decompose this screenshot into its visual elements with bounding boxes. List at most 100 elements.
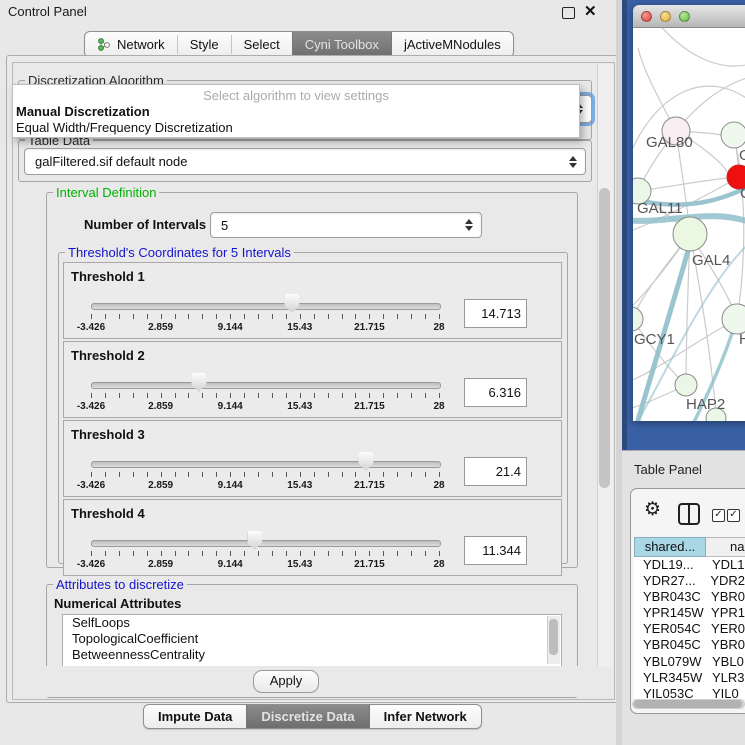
table-row[interactable]: YBL079WYBL0 [634, 654, 745, 670]
table-row[interactable]: YDL19...YDL1 [634, 557, 745, 573]
threshold-3-slider-track[interactable] [91, 461, 441, 468]
table-row[interactable]: YDR27...YDR2 [634, 573, 745, 589]
attributes-group-title: Attributes to discretize [53, 577, 187, 592]
network-node[interactable] [675, 374, 697, 396]
combo-arrows-icon [463, 219, 474, 231]
network-window-titlebar[interactable] [633, 5, 745, 28]
apply-button[interactable]: Apply [253, 670, 319, 693]
node-label: G. [739, 147, 745, 164]
threshold-3-value-field[interactable]: 21.4 [464, 457, 527, 486]
attribute-item[interactable]: SelfLoops [63, 615, 561, 631]
dropdown-prompt: Select algorithm to view settings [13, 88, 579, 103]
tab-jactivemnodules[interactable]: jActiveMNodules [392, 32, 513, 57]
bottom-tab-bar: Impute Data Discretize Data Infer Networ… [143, 704, 482, 729]
threshold-4-slider-track[interactable] [91, 540, 441, 547]
table-data-value: galFiltered.sif default node [25, 154, 567, 169]
tick-label: -3.426 [77, 322, 105, 333]
threshold-4-value-field[interactable]: 11.344 [464, 536, 527, 565]
number-of-intervals-value: 5 [211, 218, 463, 233]
threshold-3-label: Threshold 3 [71, 427, 145, 442]
tab-style[interactable]: Style [178, 32, 231, 57]
threshold-4-slider-thumb[interactable] [247, 531, 262, 550]
table-rows: YDL19...YDL1YDR27...YDR2YBR043CYBR0YPR14… [634, 557, 745, 699]
tick-label: 9.144 [218, 480, 243, 491]
tab-network-label: Network [117, 37, 165, 52]
close-icon[interactable]: ✕ [584, 2, 597, 20]
numerical-attributes-heading: Numerical Attributes [54, 596, 181, 611]
number-of-intervals-label: Number of Intervals [84, 217, 206, 232]
threshold-2-slider-thumb[interactable] [191, 373, 206, 392]
checkbox-2-icon[interactable]: ✓ [727, 509, 740, 522]
vertical-scrollbar-thumb[interactable] [599, 188, 610, 488]
network-node[interactable] [673, 217, 707, 251]
network-canvas[interactable]: GAL80G.CGAL11GAL4GCY1HHAP2 [633, 28, 745, 421]
numerical-attributes-list[interactable]: SelfLoopsTopologicalCoefficientBetweenne… [62, 614, 562, 668]
tab-infer-network[interactable]: Infer Network [370, 705, 481, 728]
tick-label: 21.715 [354, 559, 385, 570]
threshold-4-box: Threshold 4 -3.4262.8599.14415.4321.7152… [63, 499, 562, 576]
zoom-traffic-light-icon[interactable] [679, 11, 690, 22]
threshold-1-slider-thumb[interactable] [284, 294, 299, 313]
gear-icon[interactable]: ⚙ [644, 500, 661, 519]
horizontal-scrollbar-thumb[interactable] [634, 700, 742, 708]
threshold-1-slider-track[interactable] [91, 303, 441, 310]
tick-label: 9.144 [218, 322, 243, 333]
table-data-combobox[interactable]: galFiltered.sif default node [24, 148, 586, 175]
tick-label: -3.426 [77, 480, 105, 491]
tab-cyni-toolbox[interactable]: Cyni Toolbox [292, 32, 392, 57]
node-label: GCY1 [634, 331, 675, 348]
node-label: GAL4 [692, 252, 730, 269]
attribute-item[interactable]: TopologicalCoefficient [63, 631, 561, 647]
threshold-2-ticks: -3.4262.8599.14415.4321.71528 [91, 393, 439, 415]
table-row[interactable]: YER054CYER0 [634, 621, 745, 637]
threshold-2-value-field[interactable]: 6.316 [464, 378, 527, 407]
algorithm-dropdown-popup: Select algorithm to view settings Manual… [12, 84, 580, 138]
table-row[interactable]: YPR145WYPR1 [634, 605, 745, 621]
tick-label: 28 [433, 401, 444, 412]
top-tab-bar: Network Style Select Cyni Toolbox jActiv… [84, 31, 514, 58]
tick-label: 28 [433, 480, 444, 491]
network-node[interactable] [633, 307, 643, 331]
tick-label: -3.426 [77, 559, 105, 570]
threshold-3-ticks: -3.4262.8599.14415.4321.71528 [91, 472, 439, 494]
table-header-row: shared... na [634, 537, 745, 557]
minimize-traffic-light-icon[interactable] [660, 11, 671, 22]
attribute-item[interactable]: BetweennessCentrality [63, 647, 561, 663]
tab-select[interactable]: Select [232, 32, 292, 57]
threshold-1-ticks: -3.4262.8599.14415.4321.71528 [91, 314, 439, 336]
checkbox-1-icon[interactable]: ✓ [712, 509, 725, 522]
tick-label: 2.859 [148, 480, 173, 491]
split-columns-icon[interactable] [678, 503, 700, 525]
interval-definition-title: Interval Definition [53, 185, 159, 200]
tick-label: 28 [433, 322, 444, 333]
attributes-scrollbar-thumb[interactable] [549, 619, 558, 655]
close-traffic-light-icon[interactable] [641, 11, 652, 22]
threshold-4-ticks: -3.4262.8599.14415.4321.71528 [91, 551, 439, 573]
node-label: C [740, 185, 745, 202]
threshold-2-slider-track[interactable] [91, 382, 441, 389]
tick-label: 2.859 [148, 322, 173, 333]
tab-discretize-data[interactable]: Discretize Data [246, 705, 369, 728]
threshold-4-label: Threshold 4 [71, 506, 145, 521]
dropdown-item-equal-width[interactable]: Equal Width/Frequency Discretization [16, 120, 233, 135]
float-window-icon[interactable] [562, 7, 575, 19]
tab-network[interactable]: Network [85, 32, 177, 57]
threshold-3-slider-thumb[interactable] [358, 452, 373, 471]
table-row[interactable]: YBR043CYBR0 [634, 589, 745, 605]
threshold-3-box: Threshold 3 -3.4262.8599.14415.4321.7152… [63, 420, 562, 497]
threshold-1-value-field[interactable]: 14.713 [464, 299, 527, 328]
column-header-shared-name[interactable]: shared... [634, 537, 706, 557]
network-node[interactable] [721, 122, 745, 148]
network-node[interactable] [722, 304, 745, 334]
table-row[interactable]: YIL053CYIL0 [634, 686, 745, 699]
number-of-intervals-combobox[interactable]: 5 [210, 212, 482, 238]
thresholds-group-title: Threshold's Coordinates for 5 Intervals [65, 245, 294, 260]
threshold-1-box: Threshold 1 -3.4262.8599.14415.4321.7152… [63, 262, 562, 339]
tab-impute-data[interactable]: Impute Data [144, 705, 246, 728]
tick-label: 21.715 [354, 401, 385, 412]
table-row[interactable]: YBR045CYBR0 [634, 637, 745, 653]
column-header-name[interactable]: na [706, 537, 745, 557]
table-row[interactable]: YLR345WYLR3 [634, 670, 745, 686]
dropdown-item-manual[interactable]: Manual Discretization [16, 104, 150, 119]
network-window: GAL80G.CGAL11GAL4GCY1HHAP2 [633, 5, 745, 421]
